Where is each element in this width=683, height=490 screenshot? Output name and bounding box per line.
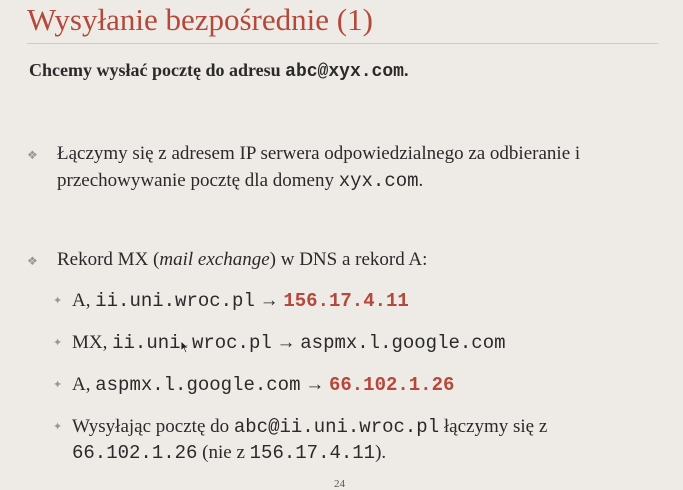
sub-bullet-3: A, aspmx.l.google.com → 66.102.1.26 (72, 371, 454, 399)
sub-2-target: aspmx.l.google.com (300, 332, 506, 354)
slide-title: Wysyłanie bezpośrednie (1) (27, 2, 373, 37)
sub-bullet-icon: ✦ (53, 379, 63, 391)
sub-bullet-icon: ✦ (53, 421, 63, 433)
page-number: 24 (334, 478, 345, 490)
sub-4-email: abc@ii.uni.wroc.pl (233, 416, 440, 438)
subtitle-text: Chcemy wysłać pocztę do adresu (29, 60, 286, 80)
title-divider (27, 43, 658, 44)
slide: Wysyłanie bezpośrednie (1) Chcemy wysłać… (0, 0, 683, 490)
sub-4-part-a: Wysyłając pocztę do (72, 416, 234, 437)
bullet-2-text: Rekord MX (mail exchange) w DNS a rekord… (57, 246, 667, 273)
bullet-2-part-a: Rekord MX ( (57, 249, 160, 270)
sub-1-arrow: → (254, 290, 284, 311)
sub-4-ip-1: 66.102.1.26 (72, 442, 198, 464)
sub-3-arrow: → (300, 374, 329, 395)
sub-bullet-icon: ✦ (53, 337, 63, 349)
sub-bullet-1: A, ii.uni.wroc.pl → 156.17.4.11 (72, 287, 409, 315)
bullet-1-part-b: . (418, 170, 424, 191)
sub-4-ip-2: 156.17.4.11 (249, 442, 376, 464)
sub-3-host: aspmx.l.google.com (95, 374, 301, 396)
sub-3-ip: 66.102.1.26 (328, 374, 455, 396)
bullet-icon: ❖ (27, 148, 38, 162)
slide-subtitle: Chcemy wysłać pocztę do adresu abc@xyx.c… (29, 60, 408, 82)
sub-1-prefix: A, (72, 290, 96, 311)
bullet-1-domain: xyx.com (338, 170, 419, 192)
sub-1-host: ii.uni.wroc.pl (95, 290, 255, 312)
sub-bullet-4-line-1: Wysyłając pocztę do abc@ii.uni.wroc.pl ł… (72, 413, 547, 441)
bullet-2-italic: mail exchange (159, 249, 270, 270)
cursor-arrow-icon (180, 340, 190, 354)
subtitle-email: abc@xyx.com (285, 62, 404, 82)
bullet-1-text: Łączymy się z adresem IP serwera odpowie… (57, 140, 667, 195)
bullet-1-part-a: Łączymy się z adresem IP serwera odpowie… (57, 143, 581, 191)
sub-bullet-4-line-2: 66.102.1.26 (nie z 156.17.4.11). (72, 439, 386, 467)
bullet-2-part-b: ) w DNS a rekord A: (269, 249, 428, 270)
subtitle-suffix: . (403, 60, 409, 80)
sub-2-prefix: MX, (72, 332, 113, 353)
sub-2-arrow: → (271, 332, 301, 353)
sub-4-part-b: łączymy się z (439, 416, 548, 437)
sub-bullet-icon: ✦ (53, 295, 63, 307)
sub-bullet-2: MX, ii.uni.wroc.pl → aspmx.l.google.com (72, 329, 506, 357)
sub-4-part-d: ). (375, 442, 387, 463)
sub-1-ip: 156.17.4.11 (283, 290, 409, 312)
sub-3-prefix: A, (72, 374, 96, 395)
sub-2-host: ii.uni.wroc.pl (112, 332, 272, 354)
sub-4-part-c: (nie z (197, 442, 250, 463)
bullet-icon: ❖ (27, 254, 38, 268)
